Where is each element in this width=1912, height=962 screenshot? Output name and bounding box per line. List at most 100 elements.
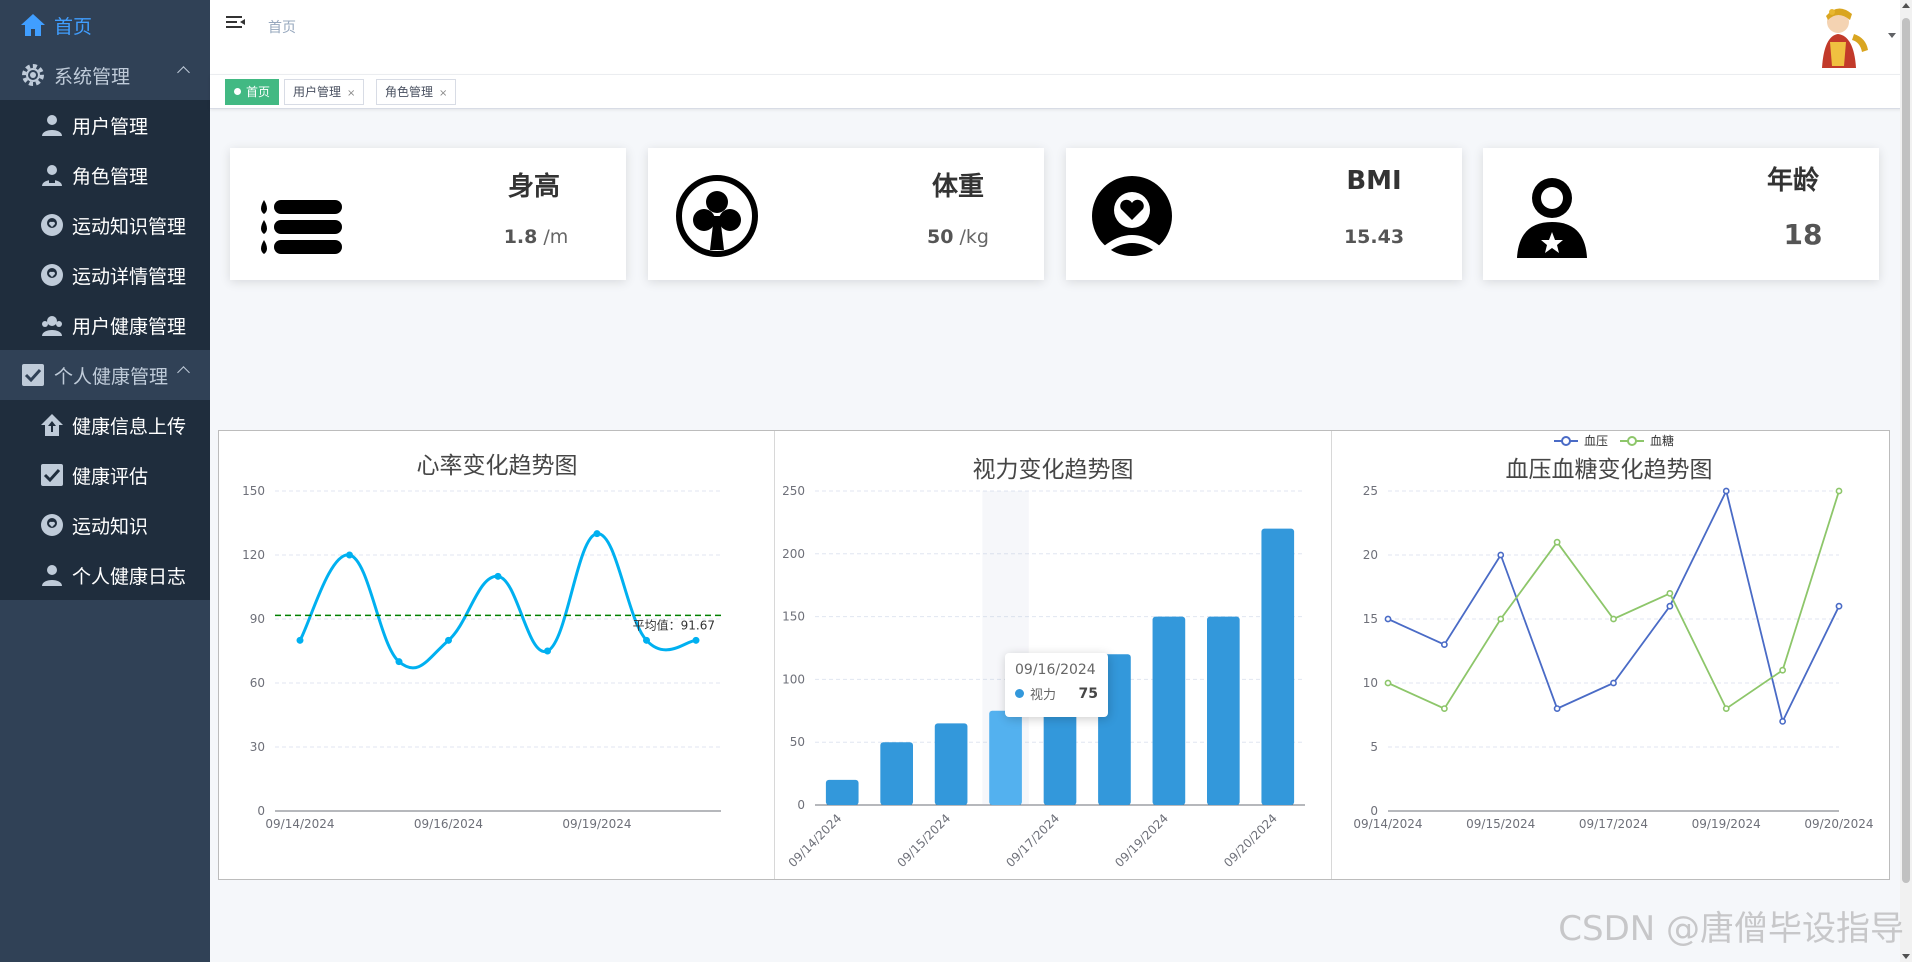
series-line bbox=[1387, 488, 1840, 725]
data-point bbox=[445, 636, 452, 644]
y-tick-label: 25 bbox=[1363, 484, 1378, 498]
sidebar-item-home[interactable]: 首页 bbox=[0, 0, 210, 50]
sidebar-item-label: 角色管理 bbox=[72, 165, 149, 188]
series-marker bbox=[1015, 689, 1024, 698]
card-title: 年龄 bbox=[1766, 166, 1819, 196]
legend-label: 血糖 bbox=[1650, 433, 1674, 448]
sidebar-group-personal-health[interactable]: 个人健康管理 bbox=[0, 350, 210, 400]
data-point bbox=[1384, 615, 1392, 623]
sidebar-item-role-management[interactable]: 角色管理 bbox=[0, 150, 210, 200]
sidebar-item-user-management[interactable]: 用户管理 bbox=[0, 100, 210, 150]
chart-title: 视力变化趋势图 bbox=[973, 457, 1134, 483]
legend-marker bbox=[1561, 436, 1571, 446]
person-star-icon bbox=[1507, 172, 1597, 260]
data-point bbox=[1835, 602, 1843, 610]
y-tick-label: 15 bbox=[1363, 612, 1378, 626]
sidebar-item-label: 健康评估 bbox=[72, 465, 149, 488]
sidebar-item-label: 运动知识 bbox=[72, 515, 149, 538]
x-tick-label: 09/14/2024 bbox=[786, 811, 845, 870]
stat-card-height: 身高 1.8 /m bbox=[230, 148, 626, 280]
chart-title: 心率变化趋势图 bbox=[417, 453, 578, 479]
bar bbox=[1152, 616, 1186, 805]
caret-down-icon[interactable] bbox=[1888, 33, 1896, 38]
card-value-number: 50 bbox=[927, 226, 954, 248]
card-value: 50 /kg bbox=[888, 226, 1028, 248]
close-icon[interactable]: × bbox=[439, 88, 447, 99]
sidebar-item-health-upload[interactable]: 健康信息上传 bbox=[0, 400, 210, 450]
submenu-personal-health: 健康信息上传 健康评估 运动知识 个人健康日志 bbox=[0, 400, 210, 600]
heart-user-icon bbox=[40, 213, 64, 237]
avatar[interactable] bbox=[1808, 4, 1872, 70]
x-tick-label: 09/14/2024 bbox=[265, 817, 334, 831]
tag-role-management[interactable]: 角色管理 × bbox=[376, 79, 457, 105]
sidebar-item-sport-knowledge[interactable]: 运动知识 bbox=[0, 500, 210, 550]
x-tick-label: 09/17/2024 bbox=[1003, 811, 1062, 870]
sidebar-item-health-assessment[interactable]: 健康评估 bbox=[0, 450, 210, 500]
data-point bbox=[1497, 551, 1505, 559]
scroll-down-arrow-icon[interactable] bbox=[1902, 954, 1910, 959]
data-point bbox=[1610, 615, 1617, 623]
data-point bbox=[1610, 679, 1617, 687]
vertical-scrollbar[interactable] bbox=[1900, 0, 1912, 962]
chevron-up-icon bbox=[177, 66, 190, 79]
chevron-up-icon bbox=[177, 366, 190, 379]
data-point bbox=[1440, 641, 1448, 648]
x-tick-label: 09/20/2024 bbox=[1804, 817, 1873, 831]
data-point bbox=[494, 572, 502, 580]
user-icon bbox=[40, 563, 64, 587]
y-tick-label: 120 bbox=[242, 548, 265, 562]
data-point bbox=[643, 636, 650, 644]
tag-home[interactable]: 首页 bbox=[225, 79, 280, 105]
scrollbar-thumb[interactable] bbox=[1902, 18, 1910, 883]
tag-user-management[interactable]: 用户管理 × bbox=[284, 79, 365, 105]
heart-rate-chart-svg[interactable]: 心率变化趋势图 0 30 60 90 120 150 09/14/2024 09/16/2024… bbox=[219, 431, 775, 879]
sidebar-item-user-health-management[interactable]: 用户健康管理 bbox=[0, 300, 210, 350]
card-value-number: 1.8 bbox=[503, 226, 538, 248]
tooltip-series: 视力 bbox=[1030, 688, 1057, 703]
card-value-number: 15.43 bbox=[1343, 226, 1405, 248]
chart-title: 血压血糖变化趋势图 bbox=[1506, 457, 1713, 483]
hamburger-icon[interactable] bbox=[226, 16, 246, 32]
card-title: BMI bbox=[1346, 166, 1402, 196]
stat-card-weight: 体重 50 /kg bbox=[648, 148, 1044, 280]
bp-glucose-chart-svg[interactable]: 血压血糖变化趋势图 0 5 10 15 20 25 血压 血糖 09/14/2024 09/15/2… bbox=[1332, 431, 1889, 879]
sidebar-item-label: 运动详情管理 bbox=[72, 265, 187, 288]
sidebar-item-health-log[interactable]: 个人健康日志 bbox=[0, 550, 210, 600]
sidebar-item-label: 首页 bbox=[54, 15, 93, 38]
tag-label: 角色管理 bbox=[385, 85, 434, 99]
stat-card-bmi: BMI 15.43 bbox=[1066, 148, 1462, 280]
card-value: 18 bbox=[1733, 218, 1873, 251]
breadcrumb: 首页 bbox=[268, 20, 296, 36]
x-tick-label: 09/19/2024 bbox=[1112, 811, 1171, 870]
y-tick-label: 150 bbox=[782, 610, 805, 624]
watermark: CSDN @唐僧毕设指导 bbox=[1558, 909, 1904, 949]
data-point bbox=[1666, 602, 1674, 610]
tag-label: 首页 bbox=[246, 85, 271, 99]
average-mark-label: 平均值：91.67 bbox=[633, 617, 715, 632]
sidebar-item-label: 健康信息上传 bbox=[72, 415, 187, 438]
sidebar-group-system[interactable]: 系统管理 bbox=[0, 50, 210, 100]
scroll-up-arrow-icon[interactable] bbox=[1902, 3, 1910, 8]
heart-user-icon bbox=[40, 513, 64, 537]
data-point bbox=[1666, 589, 1674, 597]
data-point bbox=[1722, 487, 1730, 495]
tooltip-date: 09/16/2024 bbox=[1015, 662, 1096, 678]
sidebar-item-label: 用户管理 bbox=[72, 115, 149, 138]
upload-home-icon bbox=[40, 413, 64, 437]
heart-rate-chart: 心率变化趋势图 0 30 60 90 120 150 09/14/2024 09/16/2024… bbox=[219, 431, 775, 879]
data-point bbox=[593, 530, 601, 538]
y-tick-label: 0 bbox=[797, 798, 805, 812]
x-tick-label: 09/15/2024 bbox=[1466, 817, 1535, 831]
sidebar-group-label: 个人健康管理 bbox=[54, 365, 169, 388]
sidebar-item-label: 运动知识管理 bbox=[72, 215, 187, 238]
sidebar-item-sport-knowledge-management[interactable]: 运动知识管理 bbox=[0, 200, 210, 250]
close-icon[interactable]: × bbox=[347, 88, 355, 99]
y-tick-label: 0 bbox=[257, 804, 265, 818]
sidebar-item-sport-detail-management[interactable]: 运动详情管理 bbox=[0, 250, 210, 300]
bar bbox=[825, 779, 859, 805]
data-point bbox=[1553, 705, 1561, 712]
card-unit: /m bbox=[537, 226, 569, 248]
x-tick-label: 09/19/2024 bbox=[1692, 817, 1761, 831]
bp-glucose-chart: 血压血糖变化趋势图 0 5 10 15 20 25 血压 血糖 09/14/2024 09/15/2… bbox=[1332, 431, 1889, 879]
card-title: 身高 bbox=[507, 172, 560, 202]
